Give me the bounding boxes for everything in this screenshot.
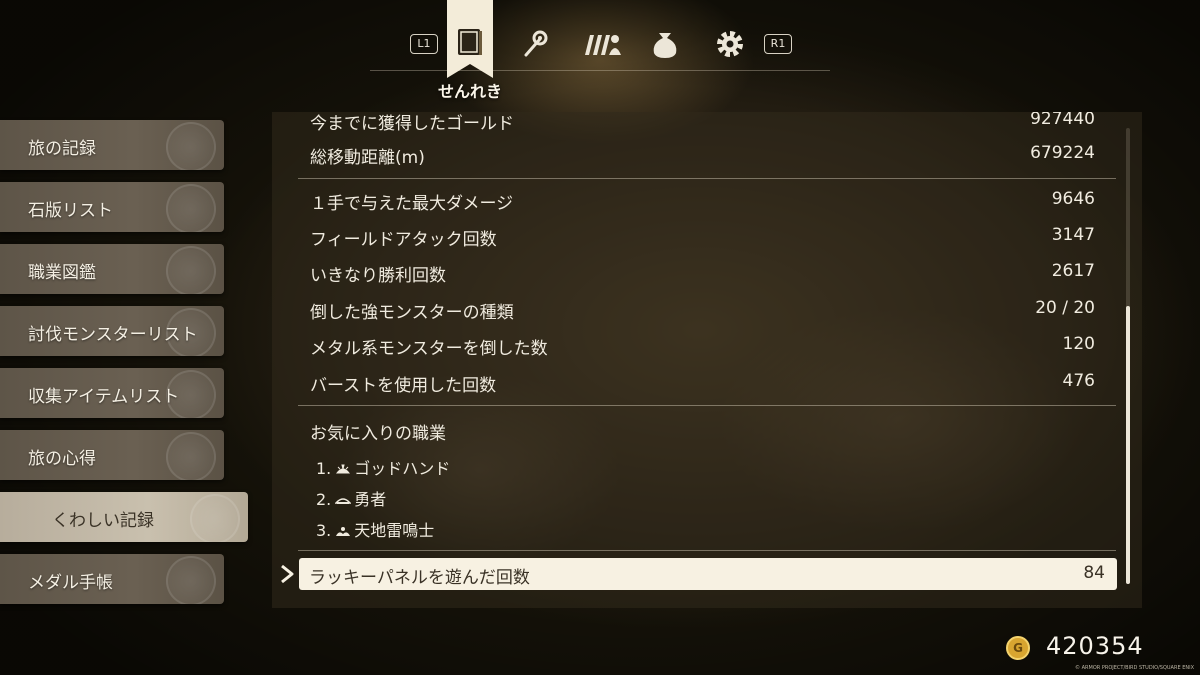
sidebar-item-kuwashii-kiroku[interactable]: くわしい記録 [0,492,248,542]
stat-row-burst-count[interactable]: バーストを使用した回数 476 [308,366,1105,398]
bag-icon [653,33,677,58]
active-tab-label: せんれき [437,82,502,101]
medal-emblem-icon [166,556,216,604]
selection-cursor-icon [281,564,294,584]
sidebar-item-tabi-no-kokoroe[interactable]: 旅の心得 [0,430,224,480]
stat-label: １手で与えた最大ダメージ [310,194,514,214]
sidebar-item-medal-techo[interactable]: メダル手帳 [0,554,224,604]
stat-label: フィールドアタック回数 [310,230,497,250]
sidebar-item-label: くわしい記録 [52,511,154,531]
sidebar-item-shokugyo-zukan[interactable]: 職業図鑑 [0,244,224,294]
stat-row-max-damage[interactable]: １手で与えた最大ダメージ 9646 [308,184,1105,216]
tab-tools[interactable] [518,27,552,61]
stat-row-partial: 今までに獲得したゴールド 927440 [308,112,1105,136]
stat-value: 2617 [1051,261,1095,281]
godhand-job-icon [336,464,351,474]
scrollbar[interactable] [1126,128,1130,584]
quill-emblem-icon [190,494,240,542]
l1-button[interactable]: L1 [410,34,438,54]
stat-value: 679224 [1030,143,1095,163]
sidebar-item-label: 討伐モンスターリスト [28,325,198,345]
stat-value: 120 [1062,334,1095,354]
stat-value: 927440 [1030,112,1095,129]
book-icon [458,29,482,55]
book-emblem-icon [166,122,216,170]
stat-value: 3147 [1051,225,1095,245]
stat-row-strong-monsters[interactable]: 倒した強モンスターの種類 20 / 20 [308,293,1105,325]
tab-items[interactable] [648,27,682,61]
stat-row-metal-monsters[interactable]: メタル系モンスターを倒した数 120 [308,329,1105,361]
r1-button[interactable]: R1 [764,34,792,54]
sidebar-item-sekiban-list[interactable]: 石版リスト [0,182,224,232]
tablet-emblem-icon [166,184,216,232]
stat-value: 20 / 20 [1035,298,1095,318]
sidebar-item-label: メダル手帳 [28,573,113,593]
stat-label: 倒した強モンスターの種類 [310,303,514,323]
tab-party[interactable] [582,27,622,61]
sidebar-item-label: 石版リスト [28,201,113,221]
scroll-emblem-icon [166,432,216,480]
stat-row-field-attack[interactable]: フィールドアタック回数 3147 [308,220,1105,252]
stat-label: ラッキーパネルを遊んだ回数 [309,568,530,588]
favorite-jobs-title: お気に入りの職業 [310,424,446,444]
sidebar-item-item-list[interactable]: 収集アイテムリスト [0,368,224,418]
stat-row-total-distance[interactable]: 総移動距離(m) 679224 [308,138,1105,170]
stat-label: 総移動距離(m) [310,148,425,168]
favorite-job-2: 2. 勇者 [316,490,387,509]
sidebar-item-label: 収集アイテムリスト [28,387,180,407]
sidebar-item-label: 旅の心得 [28,449,96,469]
stat-value: 9646 [1051,189,1095,209]
divider [298,405,1116,406]
copyright-notice: © ARMOR PROJECT/BIRD STUDIO/SQUARE ENIX [1075,665,1194,671]
swords-emblem-icon [166,246,216,294]
gold-amount: 420354 [1046,632,1144,660]
stat-label: 今までに獲得したゴールド [310,114,514,134]
favorite-job-1: 1. ゴッドハンド [316,459,451,478]
tab-settings[interactable] [713,27,747,61]
stat-row-instant-win[interactable]: いきなり勝利回数 2617 [308,256,1105,288]
party-icon [585,35,621,55]
divider [298,178,1116,179]
sidebar-item-label: 職業図鑑 [28,263,96,283]
divider [298,550,1116,551]
stat-label: いきなり勝利回数 [310,266,446,286]
stat-label: メタル系モンスターを倒した数 [310,339,548,359]
scrollbar-thumb[interactable] [1126,306,1130,584]
sidebar-item-tabi-no-kiroku[interactable]: 旅の記録 [0,120,224,170]
sidebar-item-label: 旅の記録 [28,139,96,159]
gold-coin-icon: G [1006,636,1030,660]
sidebar-item-monster-list[interactable]: 討伐モンスターリスト [0,306,224,356]
stat-value: 476 [1062,371,1095,391]
gear-icon [717,31,743,57]
stats-panel: 今までに獲得したゴールド 927440 総移動距離(m) 679224 １手で与… [272,112,1142,608]
hero-job-icon [335,498,352,504]
stat-value: 84 [1083,563,1105,583]
stat-label: バーストを使用した回数 [310,376,497,396]
stat-row-lucky-panel-selected[interactable]: ラッキーパネルを遊んだ回数 84 [299,558,1117,590]
favorite-job-3: 3. 天地雷鳴士 [316,521,435,540]
summoner-job-icon [336,527,351,536]
staff-icon [524,30,548,57]
